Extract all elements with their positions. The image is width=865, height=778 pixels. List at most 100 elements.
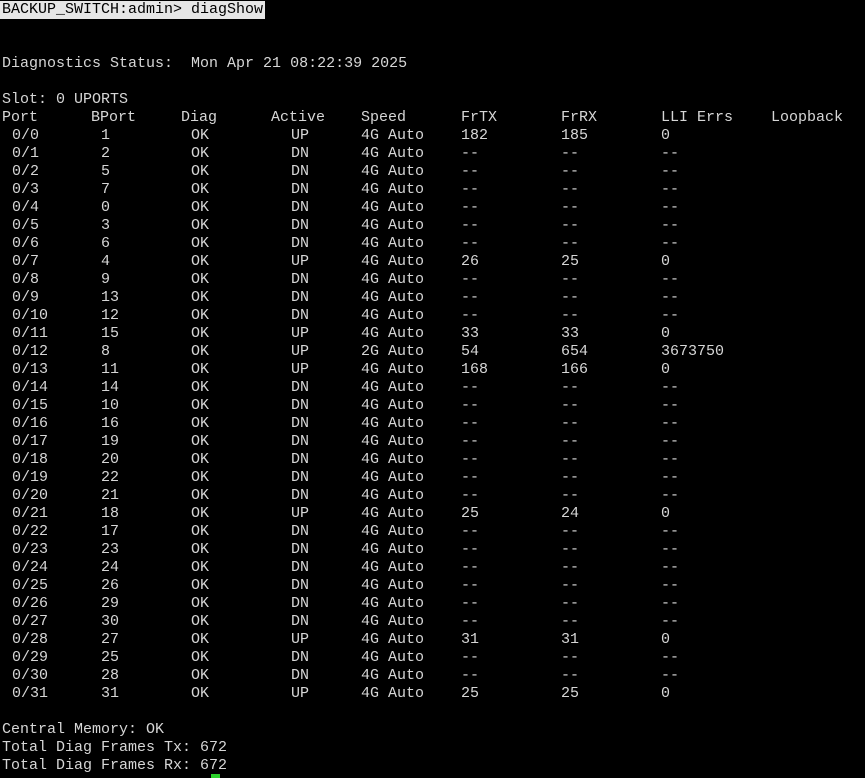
header-frrx: FrRX [561, 109, 598, 126]
cell-frrx: 166 [561, 361, 589, 378]
cell-diag: OK [191, 649, 210, 666]
cell-frrx: -- [561, 163, 580, 180]
cell-diag: OK [191, 415, 210, 432]
cell-diag: OK [191, 163, 210, 180]
cell-frtx: 182 [461, 127, 489, 144]
cell-speed: 4G Auto [361, 469, 425, 486]
table-row: 0/29 25 OK DN 4G Auto -- -- -- [0, 649, 865, 667]
cell-lli-errs: -- [661, 559, 680, 576]
cell-lli-errs: -- [661, 595, 680, 612]
cell-frtx: 54 [461, 343, 480, 360]
cell-frrx: -- [561, 577, 580, 594]
cell-lli-errs: -- [661, 577, 680, 594]
cell-active: DN [291, 163, 310, 180]
cell-lli-errs: 0 [661, 631, 671, 648]
cell-frtx: -- [461, 577, 480, 594]
cell-speed: 4G Auto [361, 379, 425, 396]
table-row: 0/9 13 OK DN 4G Auto -- -- -- [0, 289, 865, 307]
cell-frrx: -- [561, 523, 580, 540]
cell-diag: OK [191, 469, 210, 486]
cell-bport: 11 [101, 361, 120, 378]
cell-port: 0/26 [12, 595, 49, 612]
cell-frtx: -- [461, 667, 480, 684]
cell-active: DN [291, 649, 310, 666]
header-diag: Diag [181, 109, 218, 126]
cell-diag: OK [191, 307, 210, 324]
table-header: Port BPort Diag Active Speed FrTX FrRX L… [0, 109, 865, 127]
cell-active: DN [291, 271, 310, 288]
cell-speed: 4G Auto [361, 613, 425, 630]
cell-lli-errs: 0 [661, 505, 671, 522]
table-row: 0/0 1 OK UP 4G Auto 182 185 0 [0, 127, 865, 145]
cell-lli-errs: -- [661, 307, 680, 324]
cell-diag: OK [191, 181, 210, 198]
cell-lli-errs: -- [661, 541, 680, 558]
cell-active: DN [291, 541, 310, 558]
cell-active: DN [291, 181, 310, 198]
cell-active: DN [291, 577, 310, 594]
table-row: 0/22 17 OK DN 4G Auto -- -- -- [0, 523, 865, 541]
cell-diag: OK [191, 667, 210, 684]
cell-bport: 8 [101, 343, 111, 360]
cell-active: DN [291, 667, 310, 684]
cell-port: 0/8 [12, 271, 40, 288]
cell-frtx: -- [461, 289, 480, 306]
cell-diag: OK [191, 451, 210, 468]
status-time: Mon Apr 21 08:22:39 2025 [191, 55, 408, 72]
cell-lli-errs: -- [661, 649, 680, 666]
cell-speed: 4G Auto [361, 667, 425, 684]
cell-speed: 4G Auto [361, 487, 425, 504]
cell-frrx: -- [561, 181, 580, 198]
header-loopback: Loopback [771, 109, 844, 126]
cell-frrx: 654 [561, 343, 589, 360]
cell-lli-errs: 0 [661, 361, 671, 378]
cell-lli-errs: -- [661, 433, 680, 450]
cell-frrx: -- [561, 469, 580, 486]
cell-frrx: -- [561, 235, 580, 252]
cell-active: DN [291, 451, 310, 468]
cell-frtx: -- [461, 541, 480, 558]
cell-speed: 4G Auto [361, 433, 425, 450]
frames-tx-line: Total Diag Frames Tx: 672 [2, 739, 228, 756]
cell-lli-errs: 0 [661, 325, 671, 342]
cell-diag: OK [191, 613, 210, 630]
cell-active: DN [291, 397, 310, 414]
cell-speed: 4G Auto [361, 289, 425, 306]
header-active: Active [271, 109, 326, 126]
cell-frtx: -- [461, 397, 480, 414]
cell-lli-errs: -- [661, 145, 680, 162]
cell-bport: 16 [101, 415, 120, 432]
cell-diag: OK [191, 379, 210, 396]
cell-lli-errs: -- [661, 235, 680, 252]
cell-lli-errs: 0 [661, 685, 671, 702]
table-row: 0/12 8 OK UP 2G Auto 54 654 3673750 [0, 343, 865, 361]
cell-lli-errs: -- [661, 613, 680, 630]
prompt: BACKUP_SWITCH:admin> [2, 1, 183, 18]
cell-diag: OK [191, 595, 210, 612]
cell-bport: 12 [101, 307, 120, 324]
cell-port: 0/22 [12, 523, 49, 540]
cell-speed: 4G Auto [361, 415, 425, 432]
table-row: 0/31 31 OK UP 4G Auto 25 25 0 [0, 685, 865, 703]
cell-diag: OK [191, 361, 210, 378]
cell-frtx: -- [461, 307, 480, 324]
cell-active: DN [291, 559, 310, 576]
cell-port: 0/3 [12, 181, 40, 198]
cell-port: 0/16 [12, 415, 49, 432]
table-row: 0/20 21 OK DN 4G Auto -- -- -- [0, 487, 865, 505]
cell-lli-errs: 0 [661, 127, 671, 144]
cell-bport: 10 [101, 397, 120, 414]
table-row: 0/10 12 OK DN 4G Auto -- -- -- [0, 307, 865, 325]
cell-speed: 4G Auto [361, 451, 425, 468]
cell-frtx: -- [461, 559, 480, 576]
cell-speed: 4G Auto [361, 361, 425, 378]
cell-bport: 26 [101, 577, 120, 594]
cell-port: 0/30 [12, 667, 49, 684]
cell-speed: 4G Auto [361, 145, 425, 162]
cell-lli-errs: -- [661, 451, 680, 468]
cell-lli-errs: -- [661, 487, 680, 504]
cell-port: 0/5 [12, 217, 40, 234]
table-row: 0/7 4 OK UP 4G Auto 26 25 0 [0, 253, 865, 271]
cell-port: 0/7 [12, 253, 40, 270]
cell-diag: OK [191, 433, 210, 450]
